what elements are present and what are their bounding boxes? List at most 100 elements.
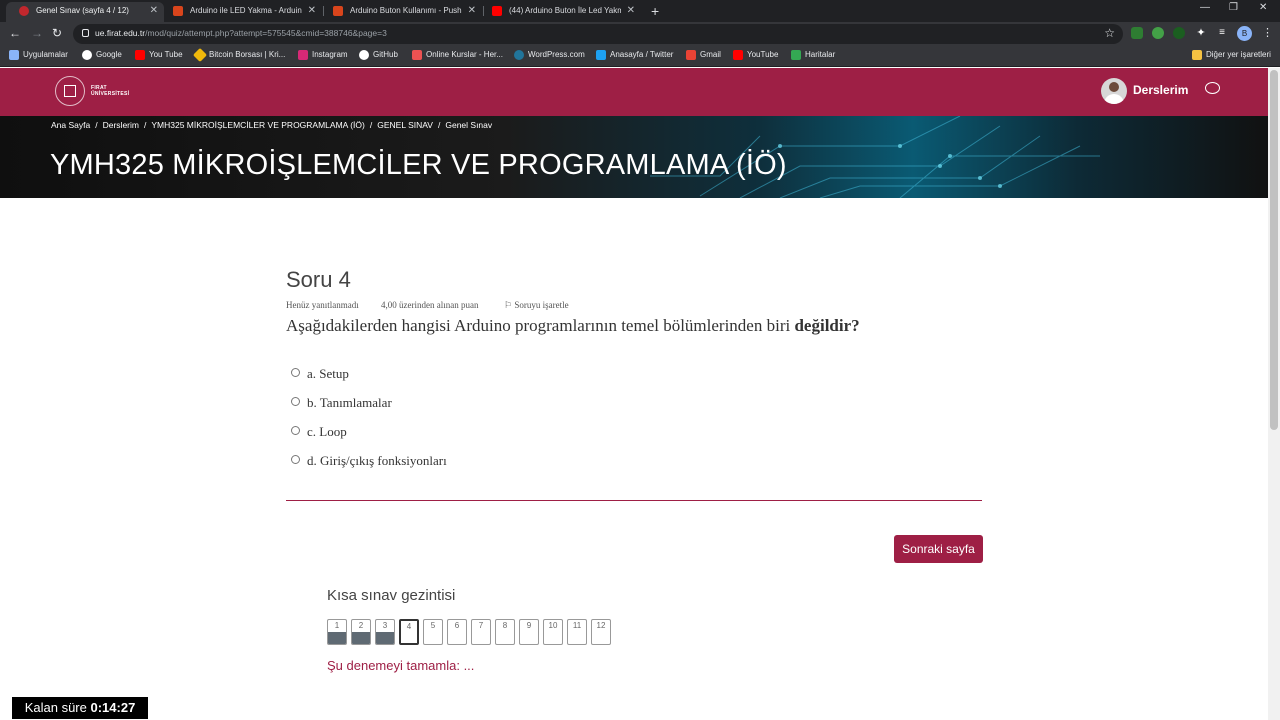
quiz-page-number: 2	[358, 621, 364, 630]
tab-favicon-icon	[173, 6, 183, 16]
timer-value: 0:14:27	[90, 700, 136, 715]
quiz-page-button-10[interactable]: 10	[543, 619, 563, 645]
user-avatar[interactable]	[1101, 78, 1127, 104]
breadcrumb-course[interactable]: YMH325 MİKROİŞLEMCİLER VE PROGRAMLAMA (İ…	[151, 120, 365, 130]
finish-attempt-link[interactable]: Şu denemeyi tamamla: ...	[327, 658, 474, 673]
back-arrow-icon[interactable]: ←	[9, 26, 21, 40]
bookmark-youtube-2[interactable]: YouTube	[733, 50, 778, 60]
folder-icon	[1192, 50, 1202, 60]
other-bookmarks[interactable]: Diğer yer işaretleri	[1192, 50, 1271, 60]
site-navbar: FIRAT ÜNİVERSİTESİ Derslerim	[0, 68, 1268, 116]
browser-tab-bar: Genel Sınav (sayfa 4 / 12) ✕ Arduino ile…	[0, 0, 1280, 22]
quiz-page-button-1[interactable]: 1	[327, 619, 347, 645]
university-logo[interactable]	[55, 76, 85, 106]
breadcrumb-courses[interactable]: Derslerim	[103, 120, 139, 130]
question-divider	[286, 500, 982, 501]
next-page-button[interactable]: Sonraki sayfa	[894, 535, 983, 563]
reading-list-icon[interactable]: ≡	[1216, 27, 1228, 39]
apps-grid-icon	[9, 50, 19, 60]
breadcrumb-section[interactable]: GENEL SINAV	[377, 120, 433, 130]
question-info: Henüz yanıtlanmadı 4,00 üzerinden alınan…	[286, 300, 569, 310]
bookmark-online-courses[interactable]: Online Kurslar - Her...	[412, 50, 503, 60]
radio-button[interactable]	[291, 368, 300, 377]
quiz-page-button-6[interactable]: 6	[447, 619, 467, 645]
youtube-favicon-icon	[492, 6, 502, 16]
address-bar[interactable]: ue.firat.edu.tr/mod/quiz/attempt.php?att…	[73, 24, 1123, 44]
browser-menu-icon[interactable]: ⋮	[1262, 26, 1273, 39]
green-extension-icon[interactable]	[1173, 27, 1185, 39]
new-tab-button[interactable]: +	[651, 2, 659, 20]
quiz-timer: Kalan süre 0:14:27	[12, 697, 148, 719]
reload-icon[interactable]: ↻	[52, 26, 62, 40]
browser-tab-3[interactable]: Arduino Buton Kullanımı - Push B ✕	[320, 2, 482, 22]
bookmark-wordpress[interactable]: WordPress.com	[514, 50, 585, 60]
lock-icon	[82, 29, 89, 37]
quiz-page-number: 8	[502, 621, 508, 630]
breadcrumb-home[interactable]: Ana Sayfa	[51, 120, 90, 130]
quiz-page-number: 6	[454, 621, 460, 630]
restore-icon[interactable]: ❐	[1229, 2, 1238, 13]
flag-question-button[interactable]: ⚐ Soruyu işaretle	[504, 300, 569, 311]
bookmark-google[interactable]: Google	[82, 50, 122, 60]
wordpress-icon	[514, 50, 524, 60]
close-tab-icon[interactable]: ✕	[468, 2, 476, 20]
scrollbar-thumb[interactable]	[1270, 70, 1278, 430]
message-icon[interactable]	[1205, 82, 1220, 94]
bookmark-bitcoin[interactable]: Bitcoin Borsası | Kri...	[192, 47, 285, 63]
quiz-page-button-8[interactable]: 8	[495, 619, 515, 645]
avatar-body	[1104, 94, 1124, 104]
binance-icon	[192, 47, 208, 63]
user-menu-link[interactable]: Derslerim	[1133, 83, 1188, 97]
browser-tab-2[interactable]: Arduino ile LED Yakma - Arduino ✕	[160, 2, 322, 22]
minimize-icon[interactable]: —	[1200, 2, 1210, 13]
browser-tab-1[interactable]: Genel Sınav (sayfa 4 / 12) ✕	[6, 2, 164, 22]
puzzle-extensions-icon[interactable]: ✦	[1195, 27, 1207, 39]
bookmark-star-icon[interactable]: ☆	[1104, 26, 1115, 40]
radio-button[interactable]	[291, 455, 300, 464]
quiz-page-button-12[interactable]: 12	[591, 619, 611, 645]
question-points: 4,00 üzerinden alınan puan	[381, 300, 479, 310]
bookmark-twitter[interactable]: Anasayfa / Twitter	[596, 50, 673, 60]
page-content: FIRAT ÜNİVERSİTESİ Derslerim Ana Sayfa /…	[0, 68, 1268, 720]
bookmark-maps[interactable]: Haritalar	[791, 50, 835, 60]
quiz-page-button-3[interactable]: 3	[375, 619, 395, 645]
bookmark-gmail[interactable]: Gmail	[686, 50, 721, 60]
quiz-page-button-9[interactable]: 9	[519, 619, 539, 645]
leaf-extension-icon[interactable]	[1152, 27, 1164, 39]
forward-arrow-icon[interactable]: →	[31, 26, 43, 40]
gmail-icon	[686, 50, 696, 60]
breadcrumb-quiz[interactable]: Genel Sınav	[445, 120, 492, 130]
question-number: Soru 4	[286, 267, 351, 292]
bookmarks-bar: Uygulamalar Google You Tube Bitcoin Bors…	[0, 46, 1280, 67]
close-tab-icon[interactable]: ✕	[627, 2, 635, 20]
radio-button[interactable]	[291, 426, 300, 435]
answered-indicator	[376, 632, 394, 644]
flag-icon: ⚐	[504, 300, 515, 310]
shield-extension-icon[interactable]	[1131, 27, 1143, 39]
bookmark-instagram[interactable]: Instagram	[298, 50, 348, 60]
quiz-page-button-11[interactable]: 11	[567, 619, 587, 645]
instagram-icon	[298, 50, 308, 60]
profile-avatar[interactable]: B	[1237, 26, 1252, 41]
close-tab-icon[interactable]: ✕	[150, 2, 158, 20]
quiz-page-number: 4	[406, 622, 412, 631]
answered-indicator	[352, 632, 370, 644]
avatar-head	[1109, 82, 1119, 92]
tab-title: Genel Sınav (sayfa 4 / 12)	[36, 6, 129, 15]
browser-tab-4[interactable]: (44) Arduino Buton İle Led Yakma ✕	[479, 2, 641, 22]
maps-icon	[791, 50, 801, 60]
quiz-page-number: 7	[478, 621, 484, 630]
quiz-page-button-5[interactable]: 5	[423, 619, 443, 645]
close-tab-icon[interactable]: ✕	[308, 2, 316, 20]
bookmark-youtube-1[interactable]: You Tube	[135, 50, 183, 60]
bookmark-github[interactable]: GitHub	[359, 50, 398, 60]
tab-favicon-icon	[19, 6, 29, 16]
quiz-page-button-4[interactable]: 4	[399, 619, 419, 645]
window-close-icon[interactable]: ✕	[1259, 2, 1267, 13]
bookmark-apps[interactable]: Uygulamalar	[9, 50, 68, 60]
quiz-page-button-7[interactable]: 7	[471, 619, 491, 645]
twitter-icon	[596, 50, 606, 60]
radio-button[interactable]	[291, 397, 300, 406]
quiz-page-button-2[interactable]: 2	[351, 619, 371, 645]
page-scrollbar[interactable]	[1268, 68, 1280, 720]
